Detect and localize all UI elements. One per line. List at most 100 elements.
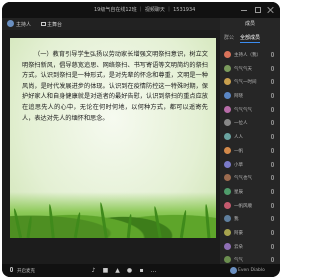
member-name: 小草: [234, 162, 243, 168]
member-name: 气气一时间: [234, 80, 257, 86]
avatar: [224, 174, 231, 182]
camera-icon: ■: [102, 267, 109, 274]
stage-icon: [41, 22, 46, 26]
share-button[interactable]: ▲: [114, 267, 121, 274]
avatar: [224, 256, 231, 264]
mic-icon: [271, 188, 274, 194]
camera-button[interactable]: ■: [102, 267, 109, 274]
avatar: [224, 64, 231, 72]
close-button[interactable]: [268, 7, 274, 13]
list-item[interactable]: 一帆风顺: [220, 199, 280, 213]
members-icon: ●: [126, 267, 133, 274]
more-icon: …: [150, 267, 157, 274]
avatar: [224, 92, 231, 100]
avatar: [224, 105, 231, 113]
avatar: [224, 119, 231, 127]
list-item[interactable]: 一帆: [220, 144, 280, 158]
list-item[interactable]: 小草: [220, 158, 280, 172]
avatar: [224, 215, 231, 223]
tab-all-members[interactable]: 全部成员: [240, 34, 261, 43]
member-name: 星辰: [234, 189, 243, 195]
mic-icon: [271, 161, 274, 167]
list-item[interactable]: 阿豪: [220, 226, 280, 240]
speaker-icon: ♪: [91, 267, 96, 274]
member-name: 一帆风顺: [234, 203, 252, 209]
members-button[interactable]: ●: [126, 267, 133, 274]
member-name: 气气: [234, 258, 243, 264]
mic-icon: [271, 175, 274, 181]
microphone-button[interactable]: [8, 267, 15, 274]
list-item[interactable]: 一位人: [220, 116, 280, 130]
avatar: [224, 133, 231, 141]
member-name: 云朵: [234, 244, 243, 250]
mic-icon: [271, 202, 274, 208]
host-name: 主持人: [16, 22, 32, 28]
mic-icon: [271, 106, 274, 112]
maximize-button[interactable]: [255, 7, 261, 13]
mic-icon: [271, 243, 274, 249]
member-name: 气气气气: [234, 107, 252, 113]
avatar: [7, 20, 14, 27]
grass-decoration: [10, 192, 216, 238]
avatar: [224, 160, 231, 168]
mic-icon: [271, 257, 274, 263]
member-name: 阿豪: [234, 230, 243, 236]
shared-slide: （一）教育引导学生弘扬以劳动家长增强文明祭扫意识，树立文明祭扫新风，倡导慈宽追思…: [10, 38, 216, 238]
list-item[interactable]: 我: [220, 212, 280, 226]
member-name: 一帆: [234, 148, 243, 154]
member-name: 人人: [234, 135, 243, 141]
speaker-button[interactable]: ♪: [90, 267, 97, 274]
mic-icon: [271, 79, 274, 85]
title-bar: 19级气自在线12班 ｜ 视频聊天 ｜ 1531934: [2, 2, 280, 18]
mic-icon: [271, 65, 274, 71]
chat-icon: ▪: [139, 267, 144, 274]
app-window: 19级气自在线12班 ｜ 视频聊天 ｜ 1531934 主持人 主舞台 （一）教…: [2, 2, 280, 277]
avatar: [224, 146, 231, 154]
list-item[interactable]: 气气气天: [220, 62, 280, 76]
mic-icon: [271, 120, 274, 126]
mic-icon: [271, 52, 274, 57]
share-icon: ▲: [115, 267, 120, 274]
microphone-icon: [10, 267, 13, 272]
list-item[interactable]: 云朵: [220, 240, 280, 254]
list-item[interactable]: 气气也气: [220, 171, 280, 185]
panel-header: 成员: [244, 21, 255, 27]
mic-icon: [271, 147, 274, 153]
avatar: [230, 267, 237, 274]
avatar: [224, 78, 231, 86]
list-item[interactable]: 气气一时间: [220, 75, 280, 89]
bottom-toolbar: 开启麦克 ♪ ■ ▲ ● ▪ … Even Diablo: [2, 264, 280, 277]
member-name: 主持人（我）: [234, 53, 261, 58]
members-panel: 成员 群公 全部成员 主持人（我） 气气气天 气气一时间 阿晓 气气气气 一位人…: [220, 18, 280, 277]
avatar: [224, 51, 231, 58]
member-name: 阿晓: [234, 94, 243, 100]
mic-icon: [271, 134, 274, 140]
list-item[interactable]: 阿晓: [220, 89, 280, 103]
microphone-label[interactable]: 开启麦克: [17, 268, 35, 274]
panel-tabs: 群公 全部成员: [220, 34, 280, 43]
member-name: 气气气天: [234, 66, 252, 72]
member-name: 一位人: [234, 121, 248, 127]
member-name: 气气也气: [234, 176, 252, 182]
more-button[interactable]: …: [150, 267, 157, 274]
current-user-name: Even Diablo: [238, 268, 265, 273]
stage-label[interactable]: 主舞台: [47, 21, 62, 28]
minimize-button[interactable]: [241, 7, 247, 11]
chat-button[interactable]: ▪: [138, 267, 145, 274]
window-title: 19级气自在线12班 ｜ 视频聊天 ｜ 1531934: [94, 7, 196, 13]
list-item[interactable]: 人人: [220, 130, 280, 144]
avatar: [224, 187, 231, 195]
stage-header: 主持人 主舞台: [2, 18, 220, 30]
mic-icon: [271, 216, 274, 222]
tab-public[interactable]: 群公: [224, 34, 234, 41]
avatar: [224, 242, 231, 250]
list-item[interactable]: 气气气气: [220, 103, 280, 117]
member-name: 我: [234, 217, 239, 223]
slide-text: （一）教育引导学生弘扬以劳动家长增强文明祭扫意识，树立文明祭扫新风，倡导慈宽追思…: [22, 51, 208, 122]
mic-icon: [271, 229, 274, 235]
mic-icon: [271, 93, 274, 99]
list-item[interactable]: 主持人（我）: [220, 48, 280, 62]
avatar: [224, 201, 231, 209]
list-item[interactable]: 星辰: [220, 185, 280, 199]
member-list: 主持人（我） 气气气天 气气一时间 阿晓 气气气气 一位人 人人 一帆 小草 气…: [220, 48, 280, 277]
